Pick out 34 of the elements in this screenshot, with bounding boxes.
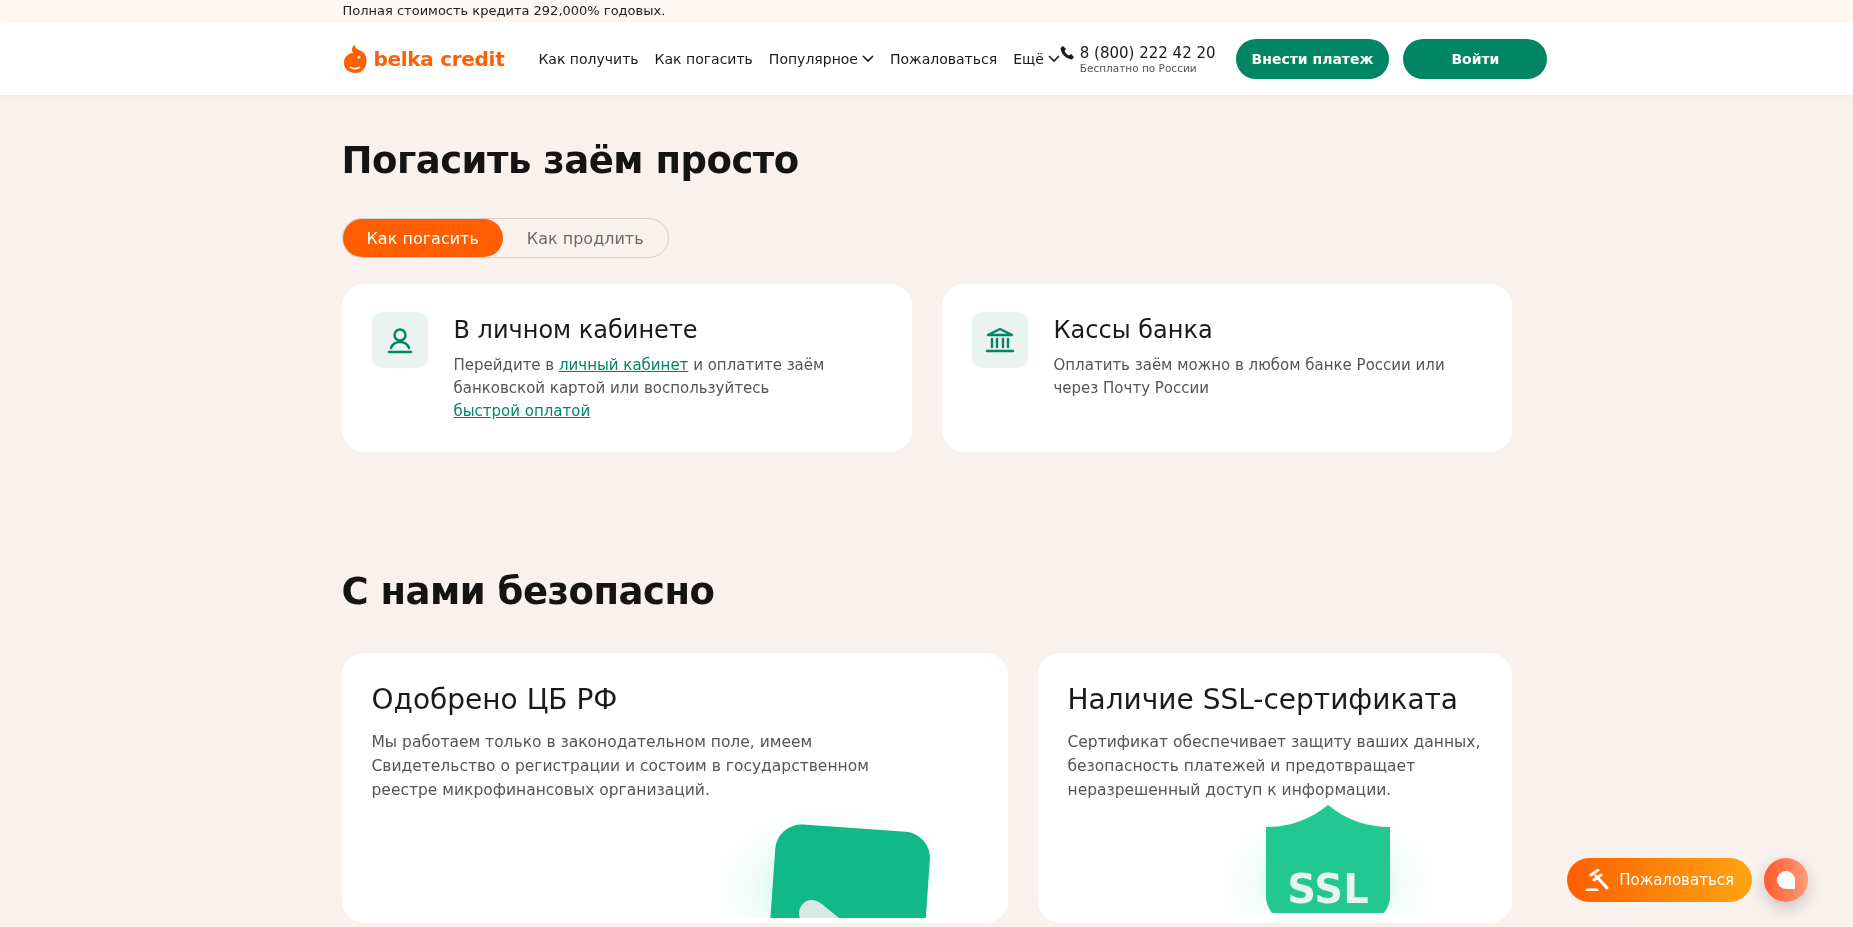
section-title: С нами безопасно (341, 570, 716, 613)
credit-cost-notice: Полная стоимость кредита 292,000% годовых. (342, 3, 666, 18)
make-payment-button[interactable]: Внести платеж (1235, 38, 1390, 79)
page-title: Погасить заём просто (341, 138, 800, 182)
chat-button[interactable] (1764, 858, 1808, 902)
phone-note: Бесплатно по России (1079, 61, 1198, 74)
phone-number[interactable]: 8 (800) 222 42 20 (1079, 43, 1216, 62)
card-text: Сертификат обеспечивает защиту ваших данных, безопасность платежей и предотвращает неразрешенный доступ к информации. (1067, 732, 1482, 801)
chevron-down-icon (1047, 54, 1060, 63)
text-link[interactable]: личный кабинет (558, 356, 689, 374)
phone-icon (1059, 45, 1074, 60)
logo[interactable]: belka credit (341, 43, 505, 74)
card-title: В личном кабинете (453, 316, 699, 344)
nav-dropdown[interactable]: Ещё (1013, 50, 1060, 67)
text-link[interactable]: быстрой оплатой (453, 402, 591, 420)
login-button[interactable]: Войти (1403, 38, 1548, 79)
shield-label: SSL (1286, 866, 1369, 912)
chat-bubble-icon (1776, 870, 1796, 890)
bank-icon (984, 326, 1015, 354)
card-text: Перейдите в личный кабинет и оплатите заём банковской картой или воспользуйтесь быстрой оплатой (453, 355, 826, 422)
card-title: Кассы банка (1053, 316, 1214, 344)
person-icon (386, 326, 413, 354)
nav-link[interactable]: Как получить (538, 50, 639, 67)
chevron-down-icon (862, 54, 874, 63)
gavel-icon (1585, 869, 1610, 891)
card-text: Оплатить заём можно в любом банке России или через Почту России (1053, 355, 1446, 399)
card-title: Наличие SSL-сертификата (1067, 683, 1459, 716)
card-text: Мы работаем только в законодательном поле, имеем Свидетельство о регистрации и состоим в государственном реестре микрофинансовых организаций. (371, 732, 870, 801)
tab[interactable]: Как погасить (342, 219, 503, 257)
nav-link[interactable]: Как погасить (654, 50, 753, 67)
card-title: Одобрено ЦБ РФ (371, 683, 619, 716)
tab[interactable]: Как продлить (502, 219, 668, 257)
nav-link[interactable]: Пожаловаться (890, 50, 998, 67)
nav-dropdown[interactable]: Популярное (768, 50, 874, 67)
